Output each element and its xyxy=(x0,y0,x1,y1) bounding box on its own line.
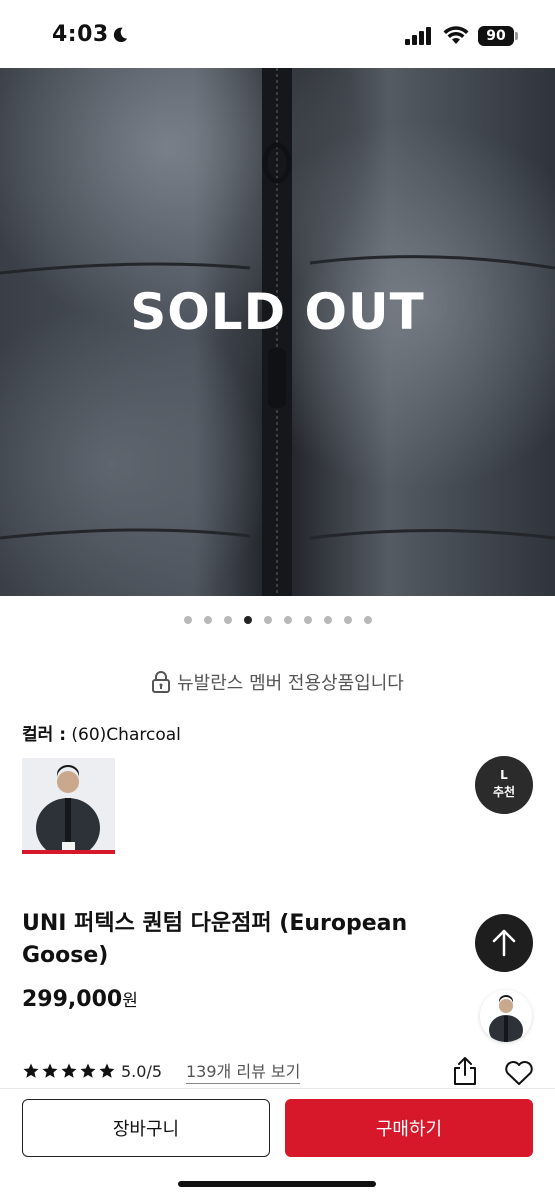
recommended-size-badge[interactable]: L 추천 xyxy=(475,756,533,814)
scroll-to-top-button[interactable] xyxy=(475,914,533,972)
heart-icon[interactable] xyxy=(504,1060,534,1086)
color-label: 컬러 : xyxy=(22,725,66,745)
model-thumbnail xyxy=(22,758,115,854)
battery-nub xyxy=(515,32,518,40)
arrow-up-icon xyxy=(492,929,516,957)
home-indicator[interactable] xyxy=(178,1181,376,1187)
color-selection-label: 컬러 : (60)Charcoal xyxy=(22,720,181,745)
signal-icon xyxy=(405,27,431,45)
carousel-pagination xyxy=(0,616,555,628)
star-icon xyxy=(99,1063,115,1078)
color-value: (60)Charcoal xyxy=(71,725,181,745)
rating-score: 5.0/5 xyxy=(121,1061,163,1081)
recommended-size-label: 추천 xyxy=(492,785,516,799)
pagination-dot-active[interactable] xyxy=(243,616,252,624)
star-rating xyxy=(22,1062,116,1080)
battery-level: 90 xyxy=(486,28,506,44)
rating-summary: 5.0/5 xyxy=(22,1058,162,1084)
product-price: 299,000원 xyxy=(22,986,138,1012)
pagination-dot[interactable] xyxy=(263,616,272,624)
pagination-dot[interactable] xyxy=(303,616,312,624)
moon-icon xyxy=(113,27,128,43)
pagination-dot[interactable] xyxy=(203,616,212,624)
pagination-dot[interactable] xyxy=(283,616,292,624)
member-only-notice: 뉴발란스 멤버 전용상품입니다 xyxy=(0,668,555,696)
pagination-dot[interactable] xyxy=(323,616,332,624)
jacket-thumbnail-icon xyxy=(480,990,532,1042)
battery-icon: 90 xyxy=(478,26,514,46)
member-notice-text: 뉴발란스 멤버 전용상품입니다 xyxy=(177,673,404,694)
color-swatch-charcoal[interactable] xyxy=(22,758,115,854)
share-icon[interactable] xyxy=(452,1056,478,1086)
wifi-icon xyxy=(443,26,469,44)
floating-product-thumbnail[interactable] xyxy=(480,990,532,1042)
star-icon xyxy=(61,1063,77,1078)
lock-icon xyxy=(152,671,171,693)
star-icon xyxy=(80,1063,96,1078)
pagination-dot[interactable] xyxy=(223,616,232,624)
product-title: UNI 퍼텍스 퀀텀 다운점퍼 (European Goose) xyxy=(22,911,408,968)
selected-swatch-indicator xyxy=(22,850,115,854)
bottom-action-bar: 장바구니 구매하기 xyxy=(0,1088,555,1200)
pagination-dot[interactable] xyxy=(363,616,372,624)
star-icon xyxy=(23,1063,39,1078)
star-icon xyxy=(42,1063,58,1078)
review-link[interactable]: 139개 리뷰 보기 xyxy=(186,1058,301,1084)
product-image-carousel[interactable]: SOLD OUT xyxy=(0,68,555,596)
pagination-dot[interactable] xyxy=(343,616,352,624)
sold-out-overlay: SOLD OUT xyxy=(130,283,425,341)
pagination-dot[interactable] xyxy=(183,616,192,624)
recommended-size: L xyxy=(500,768,508,782)
buy-now-button[interactable]: 구매하기 xyxy=(285,1099,533,1157)
status-time: 4:03 xyxy=(52,22,109,47)
add-to-cart-button[interactable]: 장바구니 xyxy=(22,1099,270,1157)
price-unit: 원 xyxy=(122,991,138,1011)
status-bar: 4:03 90 xyxy=(0,0,555,68)
price-value: 299,000 xyxy=(22,987,123,1012)
